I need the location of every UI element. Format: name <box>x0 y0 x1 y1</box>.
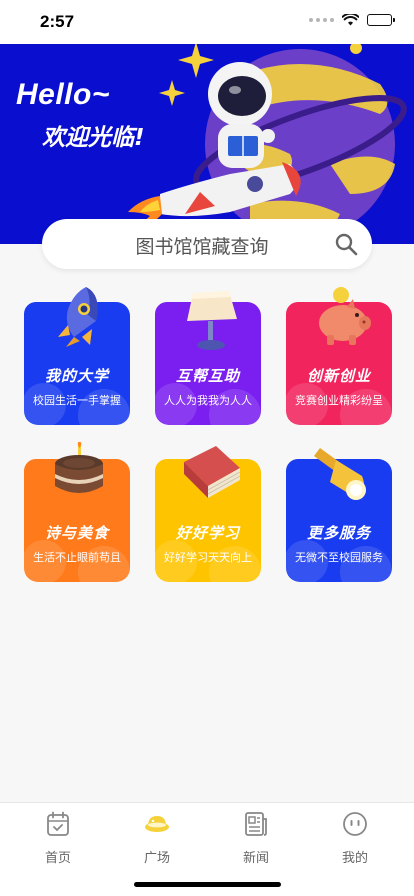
home-indicator <box>134 882 281 887</box>
card-innovation[interactable]: 创新创业 竞赛创业精彩纷呈 <box>286 285 392 425</box>
signal-icon <box>309 18 334 22</box>
card-title: 创新创业 <box>306 367 371 385</box>
tab-news[interactable]: 新闻 <box>216 811 296 866</box>
card-subtitle: 校园生活一手掌握 <box>33 394 121 407</box>
welcome-banner: Hello~ 欢迎光临! <box>0 44 414 244</box>
card-subtitle: 人人为我我为人人 <box>164 394 252 407</box>
battery-icon <box>367 14 395 26</box>
book-icon <box>184 446 241 498</box>
banner-greeting: Hello~ <box>16 78 110 111</box>
card-title: 更多服务 <box>306 524 371 542</box>
cake-icon <box>55 442 103 493</box>
card-more-services[interactable]: 更多服务 无微不至校园服务 <box>286 442 392 582</box>
tab-label: 广场 <box>143 851 170 866</box>
tab-mine[interactable]: 我的 <box>315 811 395 866</box>
card-poetry-food[interactable]: 诗与美食 生活不止眼前苟且 <box>24 442 130 582</box>
search-icon[interactable] <box>334 232 358 256</box>
tab-label: 首页 <box>44 851 71 866</box>
newspaper-icon <box>245 812 267 836</box>
status-icons <box>309 14 395 26</box>
card-title: 互帮互助 <box>175 367 240 385</box>
search-label: 图书馆馆藏查询 <box>135 236 269 258</box>
card-mutual-help[interactable]: 互帮互助 人人为我我为人人 <box>155 285 261 425</box>
wifi-icon <box>342 14 359 26</box>
piggy-bank-icon <box>319 287 371 345</box>
card-title: 诗与美食 <box>44 524 109 542</box>
card-study[interactable]: 好好学习 好好学习天天向上 <box>155 442 261 582</box>
tab-plaza[interactable]: 广场 <box>117 811 197 866</box>
face-icon <box>343 812 367 836</box>
calendar-icon <box>47 811 69 836</box>
tab-label: 新闻 <box>242 851 269 866</box>
card-subtitle: 无微不至校园服务 <box>295 551 383 564</box>
planet-icon <box>145 816 169 832</box>
card-subtitle: 生活不止眼前苟且 <box>33 551 121 564</box>
lamp-icon <box>187 291 237 350</box>
bottom-tab-bar: 首页 广场 新闻 我的 <box>0 802 414 896</box>
tab-home[interactable]: 首页 <box>18 811 98 866</box>
banner-welcome-text: 欢迎光临! <box>42 125 145 151</box>
card-subtitle: 竞赛创业精彩纷呈 <box>295 394 383 407</box>
card-title: 好好学习 <box>175 524 240 542</box>
card-subtitle: 好好学习天天向上 <box>164 551 252 564</box>
rocket-icon <box>58 287 98 347</box>
status-bar: 2:57 <box>0 0 414 44</box>
card-title: 我的大学 <box>44 367 109 385</box>
tab-label: 我的 <box>341 851 368 866</box>
card-my-university[interactable]: 我的大学 校园生活一手掌握 <box>24 285 130 425</box>
status-time: 2:57 <box>40 12 75 31</box>
flashlight-icon <box>314 448 366 500</box>
library-search-bar[interactable]: 图书馆馆藏查询 <box>42 219 372 269</box>
